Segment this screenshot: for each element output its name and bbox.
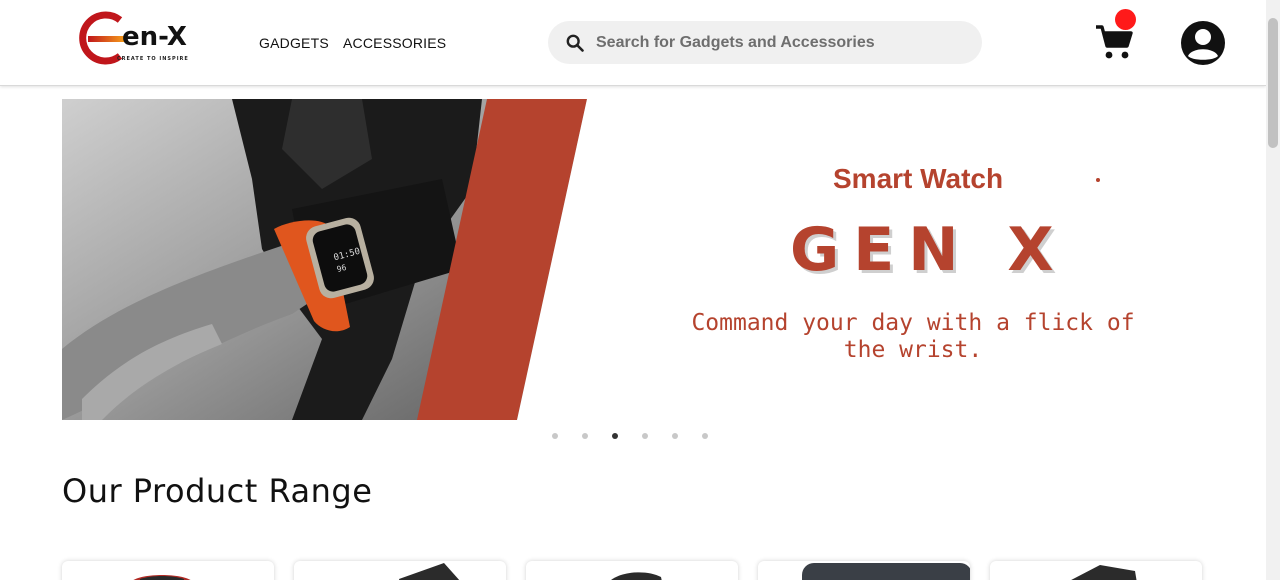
hero-subtitle: Smart Watch: [833, 163, 1004, 194]
carousel-dot[interactable]: [642, 433, 648, 439]
product-thumbnail: [611, 572, 662, 580]
search-bar: [548, 21, 982, 64]
product-card[interactable]: [294, 561, 506, 580]
nav-gadgets[interactable]: GADGETS: [259, 35, 329, 51]
carousel-dot-active[interactable]: [612, 433, 618, 439]
hero-title: GEN X: [790, 215, 1068, 285]
gen-x-logo[interactable]: en-X CREATE TO INSPIRE: [70, 10, 202, 66]
product-thumbnail: [399, 563, 460, 580]
search-input[interactable]: [596, 21, 966, 64]
product-card[interactable]: [62, 561, 274, 580]
product-thumbnail: [802, 563, 970, 580]
carousel-dot[interactable]: [582, 433, 588, 439]
product-thumbnail: [133, 575, 191, 580]
hero-tagline: Command your day with a flick of the wri…: [691, 310, 1135, 363]
carousel-dot[interactable]: [552, 433, 558, 439]
site-header: en-X CREATE TO INSPIRE GADGETS ACCESSORI…: [0, 0, 1266, 86]
scrollbar-thumb[interactable]: [1268, 18, 1278, 148]
product-card[interactable]: [990, 561, 1202, 580]
nav-accessories[interactable]: ACCESSORIES: [343, 35, 446, 51]
section-title: Our Product Range: [62, 472, 373, 510]
hero-diver-watch-image: 01:50 96: [62, 99, 587, 420]
decorative-dot: [1096, 178, 1100, 182]
user-circle-icon[interactable]: [1180, 20, 1226, 66]
search-icon[interactable]: [566, 34, 584, 52]
product-thumbnail: [1071, 565, 1137, 580]
cart-count-badge: [1115, 9, 1136, 30]
logo-text: en-X: [122, 22, 187, 52]
product-card[interactable]: [526, 561, 738, 580]
product-card[interactable]: [758, 561, 970, 580]
carousel-dot[interactable]: [672, 433, 678, 439]
carousel-dot[interactable]: [702, 433, 708, 439]
logo-tagline: CREATE TO INSPIRE: [117, 56, 189, 62]
